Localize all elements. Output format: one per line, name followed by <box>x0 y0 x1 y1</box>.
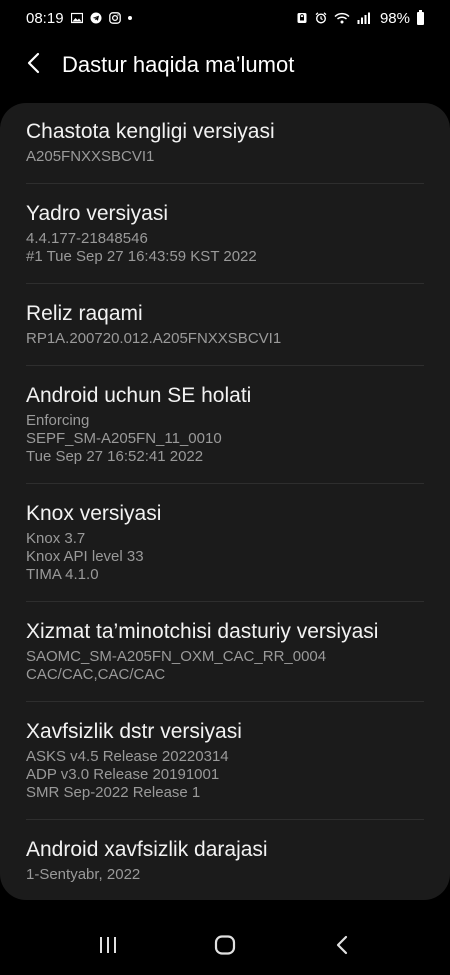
list-item-value: Enforcing <box>26 412 90 429</box>
list-item-knox-version[interactable]: Knox versiyasi Knox 3.7 Knox API level 3… <box>0 483 450 601</box>
list-item-kernel-version[interactable]: Yadro versiyasi 4.4.177-21848546 #1 Tue … <box>0 183 450 283</box>
list-item-value: Tue Sep 27 16:52:41 2022 <box>26 448 204 465</box>
signal-icon <box>357 12 371 24</box>
list-item-security-patch-level[interactable]: Android xavfsizlik darajasi 1-Sentyabr, … <box>0 819 450 900</box>
list-item-title: Android xavfsizlik darajasi <box>26 838 268 861</box>
list-item-title: Chastota kengligi versiyasi <box>26 120 275 143</box>
list-item-value: 4.4.177-21848546 <box>26 230 148 247</box>
list-item-value: #1 Tue Sep 27 16:43:59 KST 2022 <box>26 248 257 265</box>
list-item-title: Xavfsizlik dstr versiyasi <box>26 720 242 743</box>
recent-apps-icon <box>98 936 118 954</box>
list-item-baseband-version[interactable]: Chastota kengligi versiyasi A205FNXXSBCV… <box>0 103 450 183</box>
notification-dot-icon <box>127 16 132 20</box>
home-icon <box>214 935 236 955</box>
list-item-value: RP1A.200720.012.A205FNXXSBCVI1 <box>26 330 282 347</box>
alarm-clock-icon <box>315 12 327 24</box>
telegram-icon <box>90 12 102 24</box>
software-info-list: Chastota kengligi versiyasi A205FNXXSBCV… <box>0 103 450 900</box>
recent-apps-button[interactable] <box>78 925 138 965</box>
status-bar-right: 98% <box>296 9 424 27</box>
list-item-title: Xizmat ta’minotchisi dasturiy versiyasi <box>26 620 379 643</box>
battery-percentage: 98% <box>379 9 410 27</box>
list-item-title: Knox versiyasi <box>26 502 162 525</box>
app-bar: Dastur haqida ma’lumot <box>0 36 450 94</box>
list-item-title: Yadro versiyasi <box>26 202 168 225</box>
list-item-value: SEPF_SM-A205FN_11_0010 <box>26 430 222 447</box>
home-button[interactable] <box>195 925 255 965</box>
list-item-value: Knox API level 33 <box>26 548 144 565</box>
back-icon <box>335 935 349 955</box>
list-item-service-provider-version[interactable]: Xizmat ta’minotchisi dasturiy versiyasi … <box>0 601 450 701</box>
page-title: Dastur haqida ma’lumot <box>62 52 295 77</box>
list-item-se-status[interactable]: Android uchun SE holati Enforcing SEPF_S… <box>0 365 450 483</box>
list-item-value: ADP v3.0 Release 20191001 <box>26 766 220 783</box>
back-button[interactable] <box>4 36 64 94</box>
list-item-value: SMR Sep-2022 Release 1 <box>26 784 201 801</box>
chevron-left-icon <box>25 52 43 79</box>
list-item-build-number[interactable]: Reliz raqami RP1A.200720.012.A205FNXXSBC… <box>0 283 450 365</box>
navigation-bar <box>0 915 450 975</box>
list-item-value: Knox 3.7 <box>26 530 86 547</box>
back-nav-button[interactable] <box>312 925 372 965</box>
list-item-value: SAOMC_SM-A205FN_OXM_CAC_RR_0004 <box>26 648 327 665</box>
list-item-title: Android uchun SE holati <box>26 384 252 407</box>
list-item-security-software-version[interactable]: Xavfsizlik dstr versiyasi ASKS v4.5 Rele… <box>0 701 450 819</box>
image-icon <box>70 12 83 24</box>
list-item-value: A205FNXXSBCVI1 <box>26 148 155 165</box>
clock: 08:19 <box>26 9 64 27</box>
battery-icon <box>417 9 424 25</box>
wifi-icon <box>334 12 350 24</box>
list-item-value: TIMA 4.1.0 <box>26 566 99 583</box>
list-item-value: 1-Sentyabr, 2022 <box>26 866 141 883</box>
list-item-value: ASKS v4.5 Release 20220314 <box>26 748 229 765</box>
alarm-lock-icon <box>296 12 308 24</box>
instagram-icon <box>108 12 121 24</box>
status-bar-left: 08:19 <box>26 10 132 27</box>
list-item-title: Reliz raqami <box>26 302 143 325</box>
list-item-value: CAC/CAC,CAC/CAC <box>26 666 166 683</box>
status-bar: 08:19 98% <box>0 0 450 36</box>
